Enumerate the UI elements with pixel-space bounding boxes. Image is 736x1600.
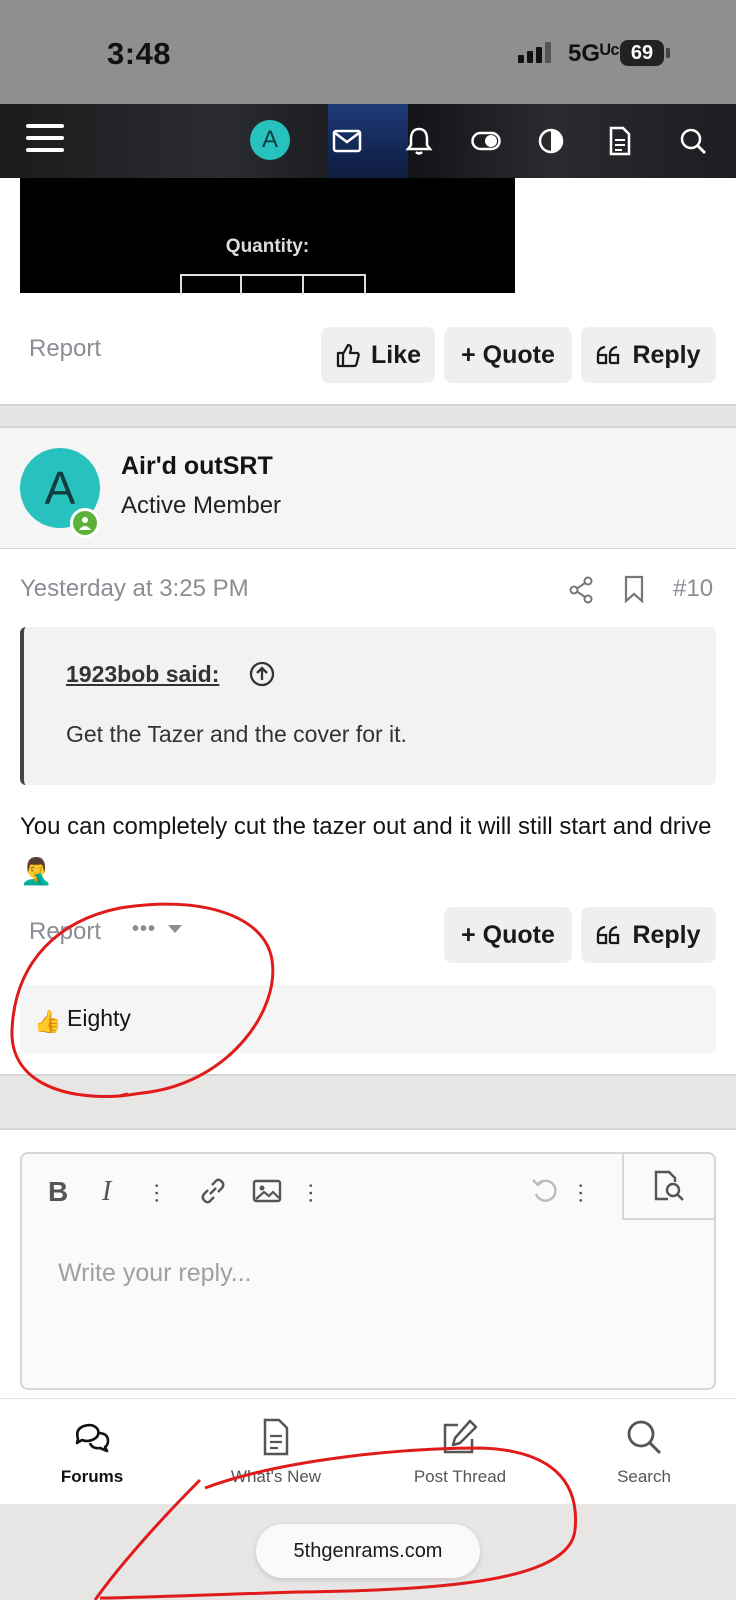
quote-block: 1923bob said: Get the Tazer and the cove… <box>20 627 716 785</box>
reply-button[interactable]: Reply <box>581 907 716 963</box>
bookmark-icon[interactable] <box>623 575 645 608</box>
like-button[interactable]: Like <box>321 327 435 383</box>
toggle-icon[interactable] <box>467 122 505 160</box>
bottom-nav: Forums What's New Post Thread Search <box>0 1398 736 1505</box>
preview-button[interactable] <box>622 1152 716 1220</box>
divider <box>0 548 736 549</box>
battery-icon: 69 <box>620 40 664 66</box>
post-date[interactable]: Yesterday at 3:25 PM <box>20 575 249 603</box>
image-caption: Quantity: <box>225 236 310 257</box>
preview-icon <box>654 1170 684 1201</box>
arrow-up-circle-icon[interactable] <box>249 661 275 692</box>
nav-post-thread[interactable]: Post Thread <box>368 1399 552 1505</box>
nav-label: Post Thread <box>413 1467 507 1486</box>
nav-search[interactable]: Search <box>552 1399 736 1505</box>
italic-icon[interactable]: I <box>102 1176 111 1208</box>
reaction-user-link[interactable]: Eighty <box>67 1005 131 1032</box>
status-time: 3:48 <box>107 36 172 71</box>
nav-label: Search <box>617 1467 671 1486</box>
divider <box>0 404 736 406</box>
post-number[interactable]: #10 <box>673 575 713 603</box>
post-separator <box>0 1074 736 1130</box>
nav-whats-new[interactable]: What's New <box>184 1399 368 1505</box>
search-icon[interactable] <box>674 122 712 160</box>
quote-author-link[interactable]: 1923bob said: <box>66 661 219 688</box>
reply-input[interactable]: Write your reply... <box>58 1259 252 1288</box>
ellipsis-icon: ••• <box>132 918 157 940</box>
report-link[interactable]: Report <box>29 335 101 363</box>
quote-text: Get the Tazer and the cover for it. <box>66 721 407 747</box>
bold-icon[interactable]: B <box>48 1176 68 1208</box>
search-icon <box>627 1420 662 1455</box>
post-separator <box>0 404 736 428</box>
more-editor-options-icon[interactable]: ⋯ <box>569 1182 594 1204</box>
share-icon[interactable] <box>568 576 594 609</box>
inbox-icon[interactable] <box>328 122 366 160</box>
network-label: 5Gᵁᶜ <box>568 40 620 67</box>
post-body-text: You can completely cut the tazer out and… <box>20 813 712 840</box>
signal-icon <box>518 42 554 63</box>
document-icon <box>263 1418 289 1456</box>
reply-editor[interactable]: B I ⋯ ⋯ ⋯ Write your reply... <box>20 1152 716 1390</box>
post-user-block <box>0 428 736 548</box>
link-icon[interactable] <box>198 1176 228 1211</box>
quote-button[interactable]: + Quote <box>444 327 572 383</box>
image-icon[interactable] <box>252 1178 282 1209</box>
reply-button[interactable]: Reply <box>581 327 716 383</box>
user-title: Active Member <box>121 492 282 519</box>
contrast-icon[interactable] <box>532 122 570 160</box>
like-reaction-emoji: 👍 <box>34 1009 62 1034</box>
image-graphic <box>180 274 366 295</box>
more-insert-options-icon[interactable]: ⋯ <box>299 1182 324 1204</box>
more-text-options-icon[interactable]: ⋯ <box>145 1182 170 1204</box>
reply-quote-icon <box>597 345 620 365</box>
nav-label: Forums <box>60 1467 124 1486</box>
post-attachment-image[interactable]: Quantity: <box>20 178 515 295</box>
document-icon[interactable] <box>601 122 639 160</box>
menu-icon[interactable] <box>26 124 64 154</box>
reaction-bar[interactable]: 👍 Eighty <box>20 985 716 1053</box>
account-avatar[interactable]: A <box>250 120 290 160</box>
reply-quote-icon <box>597 925 620 945</box>
divider <box>0 1128 736 1130</box>
like-label: Like <box>370 340 422 369</box>
edit-icon <box>443 1419 478 1454</box>
nav-forums[interactable]: Forums <box>0 1399 184 1505</box>
divider <box>0 1074 736 1076</box>
forums-icon <box>75 1423 110 1453</box>
more-options-button[interactable]: ••• <box>132 918 183 941</box>
quote-button[interactable]: + Quote <box>444 907 572 963</box>
username[interactable]: Air'd outSRT <box>121 452 273 481</box>
caret-down-icon <box>167 925 182 933</box>
reply-label: Reply <box>632 920 701 949</box>
reply-label: Reply <box>632 340 701 369</box>
online-indicator-icon <box>70 508 100 538</box>
browser-address-bar[interactable]: 5thgenrams.com <box>256 1524 480 1578</box>
undo-icon[interactable] <box>530 1176 560 1211</box>
bell-icon[interactable] <box>400 122 438 160</box>
facepalm-emoji: 🤦‍♂️ <box>20 856 53 886</box>
battery-tip <box>666 48 670 58</box>
report-link[interactable]: Report <box>29 918 101 946</box>
post-body: You can completely cut the tazer out and… <box>20 805 720 895</box>
thumbs-up-icon <box>336 343 360 368</box>
nav-label: What's New <box>230 1467 322 1486</box>
